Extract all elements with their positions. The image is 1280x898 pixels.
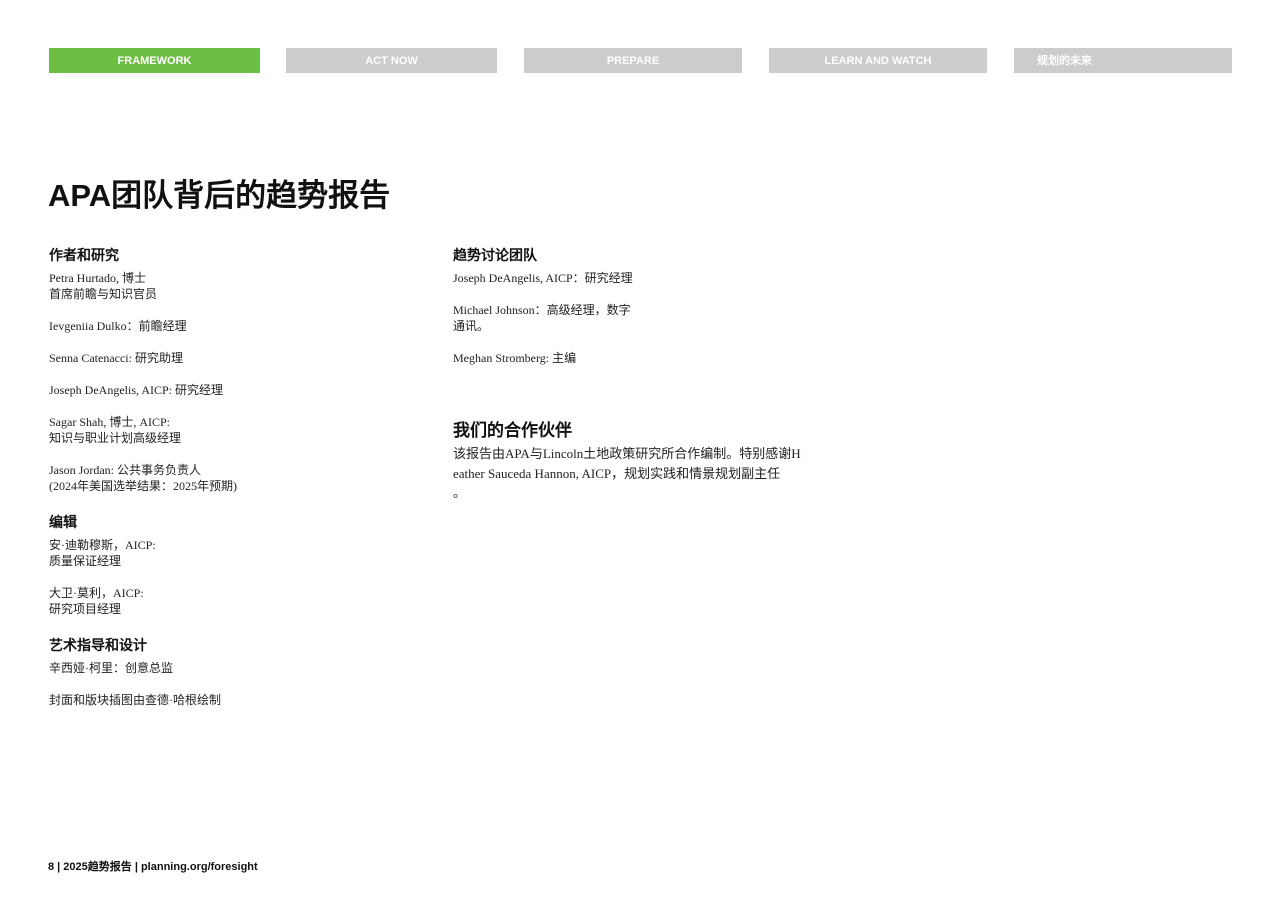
partners-section: 我们的合作伙伴 该报告由APA与Lincoln土地政策研究所合作编制。特别感谢H… [453,420,833,503]
credits-right-column: 趋势讨论团队 Joseph DeAngelis, AICP：研究经理 Micha… [453,246,833,503]
partners-text-line: eather Sauceda Hannon, AICP，规划实践和情景规划副主任 [453,465,781,481]
tab-framework[interactable]: FRAMEWORK [49,48,260,73]
editor-entry: 大卫·莫利，AICP: 研究项目经理 [49,585,409,617]
trend-team-heading: 趋势讨论团队 [453,247,537,263]
design-heading: 艺术指导和设计 [49,637,147,653]
entry-line: Ievgeniia Dulko：前瞻经理 [49,319,187,333]
authors-heading: 作者和研究 [49,247,119,263]
entry-line: 封面和版块插图由查德·哈根绘制 [49,693,221,707]
entry-line: 安·迪勒穆斯，AICP: [49,538,156,552]
entry-line: Petra Hurtado, 博士 [49,271,146,285]
author-entry: Joseph DeAngelis, AICP: 研究经理 [49,382,409,398]
entry-line: Senna Catenacci: 研究助理 [49,351,183,365]
entry-line: Michael Johnson：高级经理，数字 [453,303,631,317]
entry-line: Joseph DeAngelis, AICP: 研究经理 [49,383,224,397]
tab-act-now[interactable]: ACT NOW [286,48,497,73]
authors-section: 作者和研究 Petra Hurtado, 博士 首席前瞻与知识官员 Ievgen… [49,246,409,494]
entry-line: 知识与职业计划高级经理 [49,431,182,445]
partners-text-line: 。 [453,485,467,500]
top-navigation: FRAMEWORK ACT NOW PREPARE LEARN AND WATC… [0,48,1280,73]
trend-team-section: 趋势讨论团队 Joseph DeAngelis, AICP：研究经理 Micha… [453,246,833,366]
team-entry: Meghan Stromberg: 主编 [453,350,833,366]
team-entry: Michael Johnson：高级经理，数字 通讯。 [453,302,833,334]
design-entry: 辛西娅·柯里：创意总监 [49,660,409,676]
partners-heading: 我们的合作伙伴 [453,421,572,440]
design-entry: 封面和版块插图由查德·哈根绘制 [49,692,409,708]
page-title: APA团队背后的趋势报告 [48,178,391,213]
tab-future-of-planning[interactable]: 规划的未来 [1014,48,1232,73]
entry-line: Meghan Stromberg: 主编 [453,351,577,365]
tab-prepare[interactable]: PREPARE [524,48,742,73]
entry-line: 大卫·莫利，AICP: [49,586,144,600]
author-entry: Petra Hurtado, 博士 首席前瞻与知识官员 [49,270,409,302]
partners-text-line: 该报告由APA与Lincoln土地政策研究所合作编制。特别感谢H [453,446,801,461]
editor-entry: 安·迪勒穆斯，AICP: 质量保证经理 [49,537,409,569]
entry-line: 辛西娅·柯里：创意总监 [49,661,173,675]
entry-line: 通讯。 [453,319,490,333]
credits-left-column: 作者和研究 Petra Hurtado, 博士 首席前瞻与知识官员 Ievgen… [49,246,409,724]
author-entry: Ievgeniia Dulko：前瞻经理 [49,318,409,334]
author-entry: Sagar Shah, 博士, AICP: 知识与职业计划高级经理 [49,414,409,446]
partners-text: 该报告由APA与Lincoln土地政策研究所合作编制。特别感谢H eather … [453,444,833,503]
editors-heading: 编辑 [49,514,77,530]
editors-section: 编辑 安·迪勒穆斯，AICP: 质量保证经理 大卫·莫利，AICP: 研究项目经… [49,513,409,617]
entry-line: (2024年美国选举结果：2025年预期) [49,479,237,493]
author-entry: Jason Jordan: 公共事务负责人 (2024年美国选举结果：2025年… [49,462,409,494]
entry-line: 首席前瞻与知识官员 [49,287,158,301]
entry-line: Joseph DeAngelis, AICP：研究经理 [453,271,633,285]
entry-line: 研究项目经理 [49,602,122,616]
entry-line: Jason Jordan: 公共事务负责人 [49,463,201,477]
entry-line: Sagar Shah, 博士, AICP: [49,415,170,429]
page-footer: 8 | 2025趋势报告 | planning.org/foresight [48,861,258,873]
design-section: 艺术指导和设计 辛西娅·柯里：创意总监 封面和版块插图由查德·哈根绘制 [49,636,409,708]
team-entry: Joseph DeAngelis, AICP：研究经理 [453,270,833,286]
tab-learn-and-watch[interactable]: LEARN AND WATCH [769,48,987,73]
entry-line: 质量保证经理 [49,554,122,568]
author-entry: Senna Catenacci: 研究助理 [49,350,409,366]
